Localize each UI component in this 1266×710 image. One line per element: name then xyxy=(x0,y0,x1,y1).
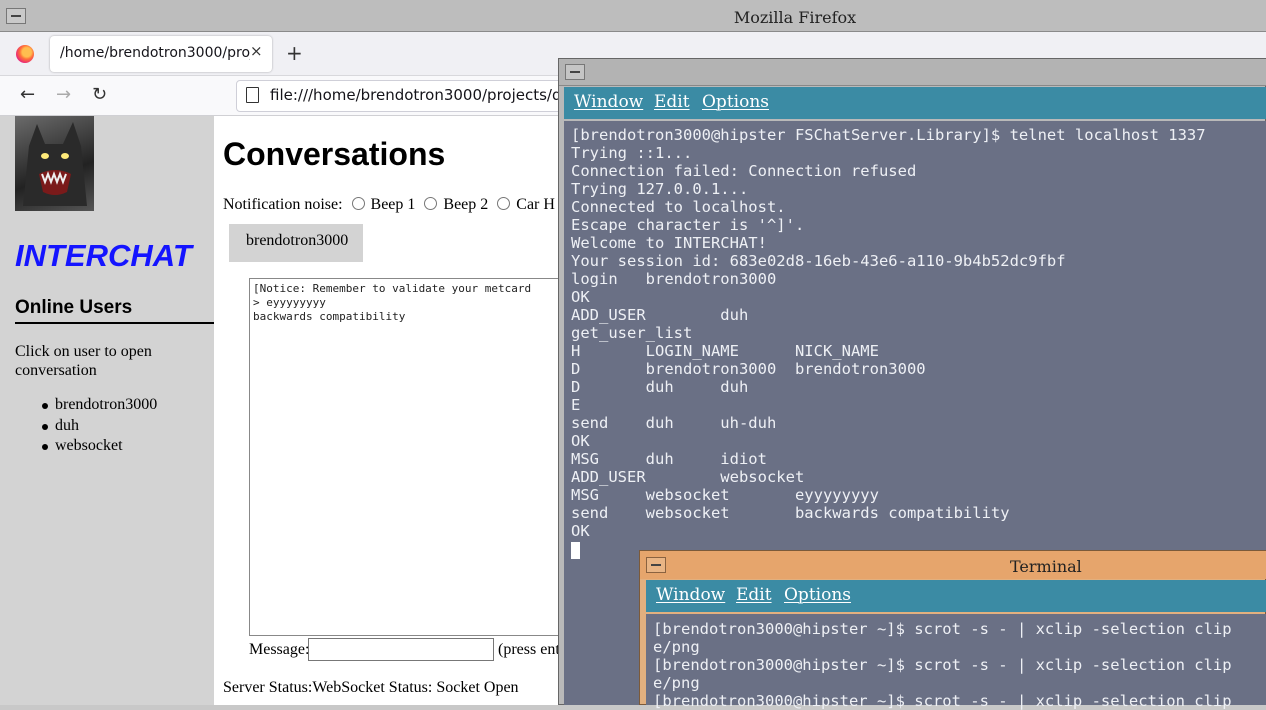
online-users-heading: Online Users xyxy=(15,297,133,318)
window-menu-button[interactable] xyxy=(646,557,666,573)
conversation-tab-label[interactable]: brendotron3000 xyxy=(246,232,348,250)
radio-beep-1[interactable] xyxy=(351,197,365,210)
url-text[interactable]: file:///home/brendotron3000/projects/dev xyxy=(270,86,580,104)
tab-close-icon[interactable]: × xyxy=(250,42,263,60)
new-tab-button[interactable]: + xyxy=(286,41,303,65)
notification-noise-row: Notification noise: Beep 1 Beep 2 Car H xyxy=(223,196,555,214)
brand-title: INTERCHAT xyxy=(15,238,192,273)
terminal-1-menubar: Window Edit Options xyxy=(564,87,1266,119)
radio-label-beep-2[interactable]: Beep 2 xyxy=(443,196,488,213)
radio-label-beep-1[interactable]: Beep 1 xyxy=(371,196,416,213)
wolf-logo-image xyxy=(15,116,94,211)
radio-car[interactable] xyxy=(497,197,511,210)
page-title: Conversations xyxy=(223,136,446,172)
conversation-log[interactable]: [Notice: Remember to validate your metca… xyxy=(249,278,569,636)
radio-label-car[interactable]: Car H xyxy=(516,196,555,213)
window-menu-button[interactable] xyxy=(565,64,585,80)
server-status: Server Status:WebSocket Status: Socket O… xyxy=(223,679,519,696)
terminal-2-titlebar[interactable] xyxy=(640,551,1266,579)
message-hint: (press ent xyxy=(498,641,560,658)
menu-options[interactable]: Options xyxy=(702,92,769,112)
user-item-websocket[interactable]: websocket xyxy=(15,437,157,458)
message-input[interactable] xyxy=(308,638,494,661)
terminal-1-titlebar[interactable] xyxy=(559,59,1266,86)
user-item-duh[interactable]: duh xyxy=(15,417,157,438)
forward-button[interactable]: → xyxy=(56,84,71,105)
message-label: Message: xyxy=(249,641,310,658)
tab-title: /home/brendotron3000/proje xyxy=(60,45,250,61)
window-title: Mozilla Firefox xyxy=(733,8,857,27)
firefox-logo-icon[interactable] xyxy=(16,45,34,63)
menu-edit[interactable]: Edit xyxy=(736,585,772,605)
menu-edit[interactable]: Edit xyxy=(654,92,690,112)
user-item-brendotron3000[interactable]: brendotron3000 xyxy=(15,396,157,417)
menu-options[interactable]: Options xyxy=(784,585,851,605)
terminal-cursor xyxy=(571,542,580,559)
terminal-2-menubar: Window Edit Options xyxy=(646,580,1266,612)
radio-beep-2[interactable] xyxy=(424,197,438,210)
reload-button[interactable]: ↻ xyxy=(92,84,107,105)
terminal-2-output: [brendotron3000@hipster ~]$ scrot -s - |… xyxy=(653,620,1232,710)
terminal-1-output: [brendotron3000@hipster FSChatServer.Lib… xyxy=(571,126,1206,540)
menu-window[interactable]: Window xyxy=(574,92,643,112)
terminal-2-title: Terminal xyxy=(1010,557,1082,576)
user-list: brendotron3000 duh websocket xyxy=(15,396,157,458)
divider xyxy=(15,322,214,324)
online-users-hint: Click on user to open conversation xyxy=(15,343,152,379)
back-button[interactable]: ← xyxy=(20,84,35,105)
menu-window[interactable]: Window xyxy=(656,585,725,605)
window-menu-button[interactable] xyxy=(6,8,26,24)
noise-label: Notification noise: xyxy=(223,196,343,213)
page-icon xyxy=(246,87,259,103)
